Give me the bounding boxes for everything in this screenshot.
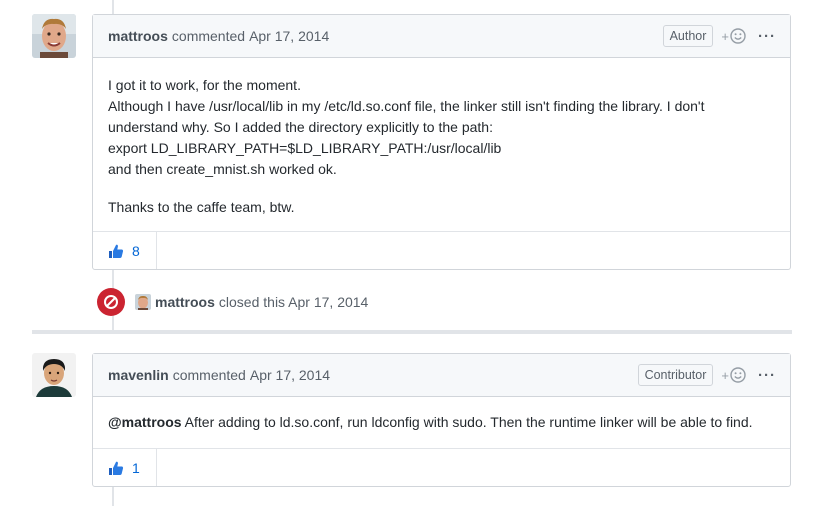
comment-line: Although I have /usr/local/lib in my /et… — [108, 98, 705, 114]
comment-line: understand why. So I added the directory… — [108, 119, 493, 135]
timeline-line — [112, 0, 114, 14]
add-reaction-button[interactable]: + — [721, 28, 746, 44]
plus-icon: + — [721, 28, 729, 44]
comment-date[interactable]: Apr 17, 2014 — [249, 28, 329, 44]
comment: mattroos commented Apr 17, 2014 Author +… — [92, 14, 791, 270]
comment-body: @mattroos After adding to ld.so.conf, ru… — [93, 397, 790, 433]
comment-body: I got it to work, for the moment. Althou… — [93, 58, 790, 218]
plus-icon: + — [721, 367, 729, 383]
comment-text: After adding to ld.so.conf, run ldconfig… — [181, 414, 753, 430]
smiley-icon — [730, 28, 746, 44]
kebab-icon[interactable]: ··· — [758, 367, 776, 384]
closed-event: mattroos closed this Apr 17, 2014 — [97, 288, 368, 316]
avatar[interactable] — [32, 353, 76, 397]
kebab-icon[interactable]: ··· — [758, 28, 776, 45]
event-actor[interactable]: mattroos — [155, 294, 215, 310]
thumbs-up-icon — [109, 461, 124, 475]
event-text: closed this Apr 17, 2014 — [218, 294, 369, 310]
avatar[interactable] — [32, 14, 76, 58]
closed-circle-icon — [97, 288, 125, 316]
comment-author[interactable]: mattroos — [108, 28, 168, 44]
user-mention[interactable]: @mattroos — [108, 414, 182, 430]
reaction-thumbs-up[interactable]: 1 — [93, 449, 157, 486]
comment-header: mavenlin commented Apr 17, 2014 Contribu… — [93, 354, 790, 397]
add-reaction-button[interactable]: + — [721, 367, 746, 383]
comment-line: Thanks to the caffe team, btw. — [108, 199, 295, 215]
comment-line: @mattroos After adding to ld.so.conf, ru… — [108, 412, 775, 433]
comment-action: commented — [172, 367, 246, 383]
comment-line: export LD_LIBRARY_PATH=$LD_LIBRARY_PATH:… — [108, 140, 502, 156]
comment-date[interactable]: Apr 17, 2014 — [250, 367, 330, 383]
reaction-count: 1 — [132, 459, 140, 476]
comment-line: I got it to work, for the moment. — [108, 77, 301, 93]
reactions-bar: 8 — [93, 231, 790, 269]
timeline-divider — [32, 330, 792, 334]
comment-header: mattroos commented Apr 17, 2014 Author +… — [93, 15, 790, 58]
reaction-thumbs-up[interactable]: 8 — [93, 232, 157, 269]
comment: mavenlin commented Apr 17, 2014 Contribu… — [92, 353, 791, 487]
comment-action: commented — [171, 28, 246, 44]
author-badge: Author — [662, 25, 714, 47]
reaction-count: 8 — [132, 242, 140, 259]
smiley-icon — [730, 367, 746, 383]
avatar[interactable] — [135, 294, 151, 310]
timeline-line — [112, 487, 114, 506]
comment-line: and then create_mnist.sh worked ok. — [108, 161, 337, 177]
thumbs-up-icon — [109, 244, 124, 258]
reactions-bar: 1 — [93, 448, 790, 486]
comment-author[interactable]: mavenlin — [108, 367, 169, 383]
contributor-badge: Contributor — [637, 364, 714, 386]
